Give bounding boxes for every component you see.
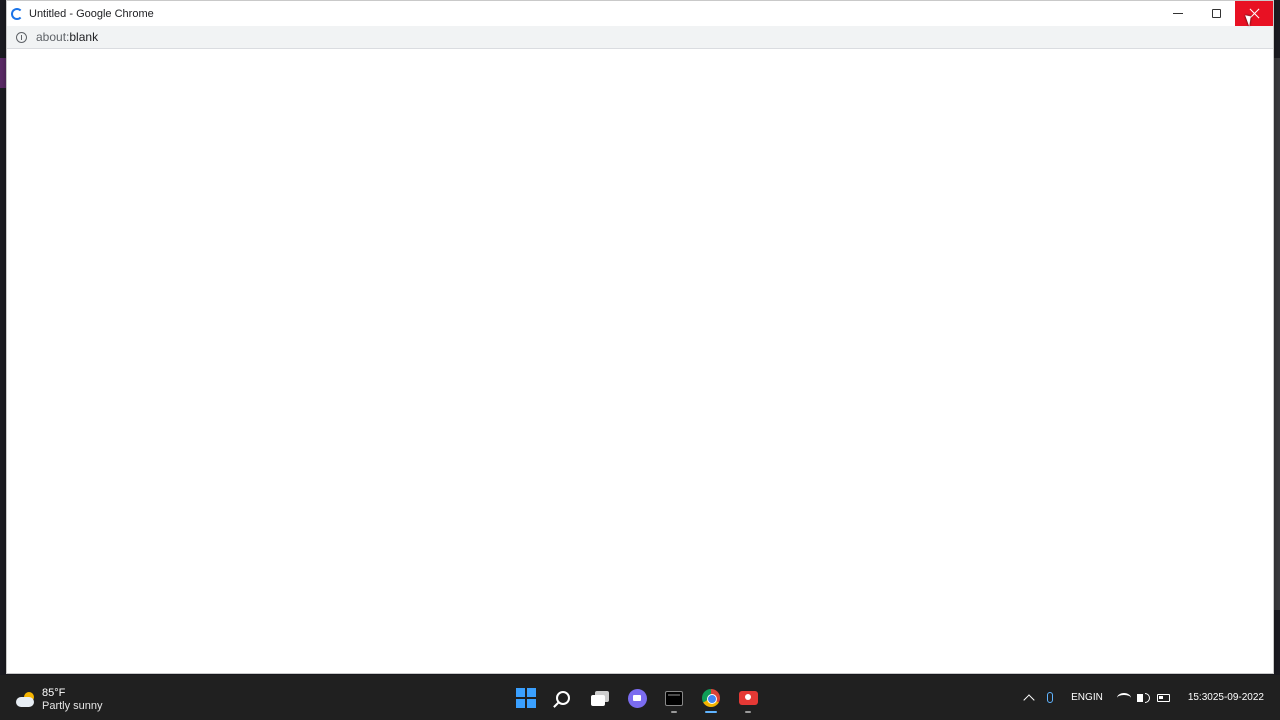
page-content[interactable] — [7, 49, 1273, 673]
battery-icon — [1156, 693, 1170, 702]
chrome-button[interactable] — [697, 683, 725, 713]
info-icon[interactable] — [16, 31, 27, 43]
window-controls — [1159, 1, 1273, 26]
weather-widget[interactable]: 85°F Partly sunny — [16, 687, 103, 713]
taskbar: 85°F Partly sunny ENG IN 15:30 25-09-202… — [0, 675, 1280, 720]
system-tray: ENG IN 15:30 25-09-2022 — [1023, 675, 1280, 720]
weather-description: Partly sunny — [42, 700, 103, 712]
window-title: Untitled - Google Chrome — [29, 7, 154, 20]
search-button[interactable] — [549, 683, 577, 713]
chevron-up-icon — [1023, 693, 1035, 706]
language-indicator[interactable]: ENG IN — [1071, 691, 1103, 704]
url-scheme: about: — [36, 30, 70, 44]
maximize-icon — [1211, 9, 1221, 18]
search-icon — [556, 691, 570, 705]
microphone-button[interactable] — [1047, 692, 1071, 703]
chat-icon — [627, 688, 647, 708]
language-code: ENG — [1071, 692, 1093, 703]
network-volume-battery-button[interactable] — [1116, 692, 1188, 703]
recorder-button[interactable] — [734, 683, 762, 713]
clock[interactable]: 15:30 25-09-2022 — [1188, 691, 1264, 704]
wifi-icon — [1116, 692, 1131, 703]
partly-sunny-icon — [16, 692, 36, 708]
chat-button[interactable] — [623, 683, 651, 713]
maximize-button[interactable] — [1197, 1, 1235, 26]
volume-icon — [1136, 692, 1150, 703]
windows-logo-icon — [516, 688, 536, 708]
screen-recorder-icon — [738, 691, 758, 705]
clock-date: 25-09-2022 — [1212, 692, 1264, 703]
chrome-icon — [702, 689, 720, 707]
task-view-icon — [591, 690, 609, 706]
desktop-background-right — [1274, 58, 1280, 610]
address-bar[interactable]: about:blank — [7, 26, 1273, 49]
region-code: IN — [1092, 692, 1103, 703]
terminal-icon — [665, 690, 683, 706]
taskbar-apps — [512, 683, 762, 713]
title-bar[interactable]: Untitled - Google Chrome — [7, 1, 1273, 26]
loading-spinner-icon — [11, 7, 23, 20]
task-view-button[interactable] — [586, 683, 614, 713]
minimize-icon — [1173, 13, 1183, 14]
minimize-button[interactable] — [1159, 1, 1197, 26]
running-indicator — [745, 711, 751, 713]
url-text[interactable]: about:blank — [36, 30, 98, 44]
active-indicator — [705, 711, 717, 713]
microphone-icon — [1047, 692, 1054, 703]
chrome-popup-window: Untitled - Google Chrome about:blank — [6, 0, 1274, 674]
clock-time: 15:30 — [1187, 692, 1213, 703]
show-hidden-icons-button[interactable] — [1023, 692, 1047, 706]
running-indicator — [671, 711, 677, 713]
terminal-button[interactable] — [660, 683, 688, 713]
weather-temperature: 85°F — [42, 687, 66, 699]
close-button[interactable] — [1235, 1, 1273, 26]
url-path: blank — [69, 30, 99, 44]
start-button[interactable] — [512, 683, 540, 713]
